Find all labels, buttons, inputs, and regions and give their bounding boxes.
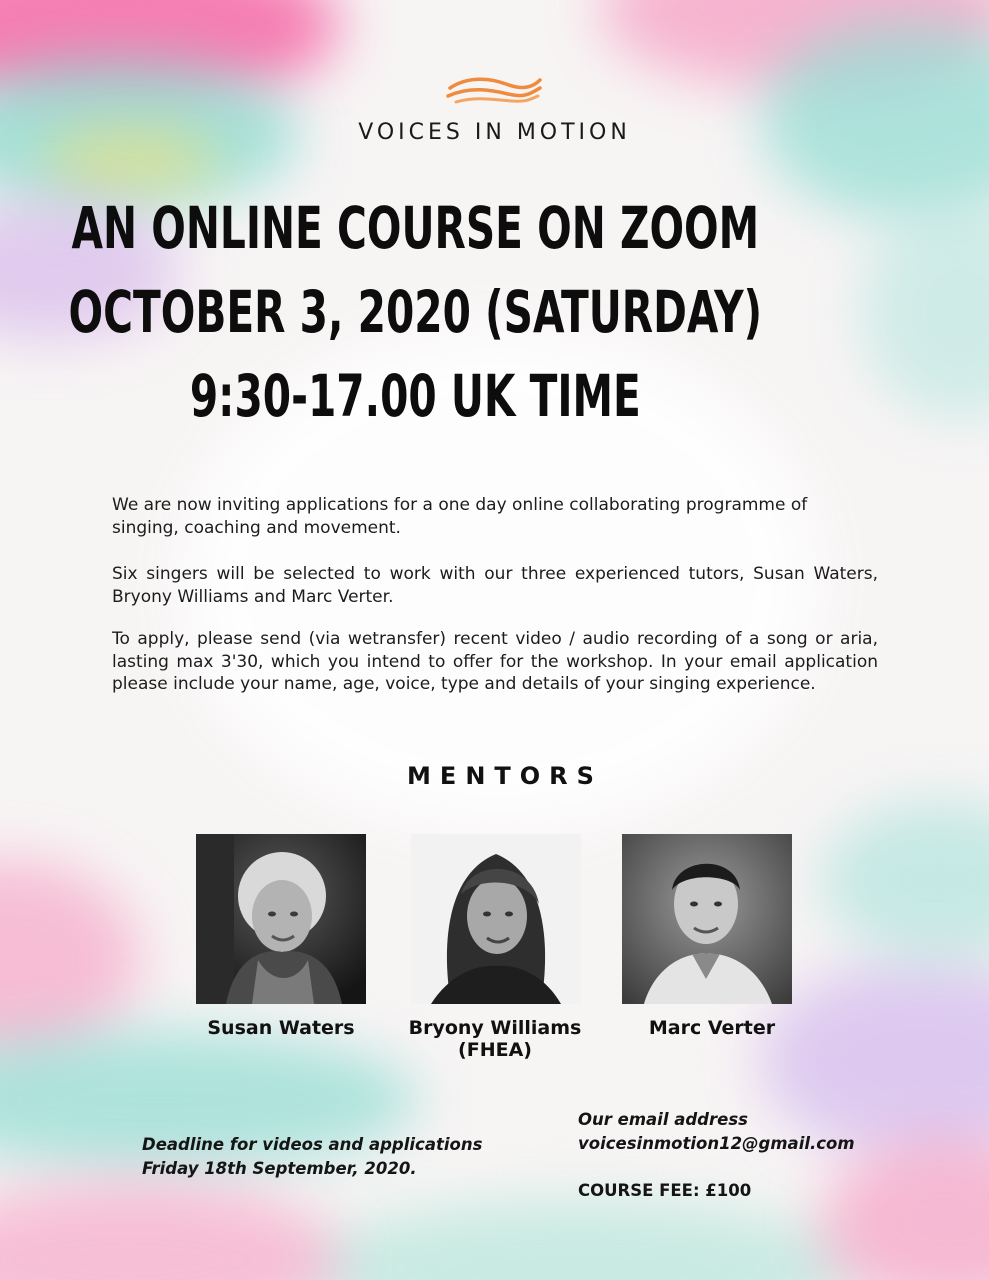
application-paragraph: To apply, please send (via wetransfer) r… — [112, 629, 878, 694]
mentors-heading: MENTORS — [407, 762, 603, 790]
mentor-photo-susan — [196, 834, 366, 1004]
headline-date: OCTOBER 3, 2020 (SATURDAY) — [68, 278, 763, 346]
waves-logo-icon — [446, 77, 542, 104]
mentor-photo-bryony — [411, 834, 581, 1004]
deadline-line1: Deadline for videos and applications — [142, 1135, 483, 1154]
mentor-photo-marc — [622, 834, 792, 1004]
mentor-name-bryony-line1: Bryony Williams — [408, 1017, 582, 1039]
email-address-link[interactable]: voicesinmotion12@gmail.com — [578, 1132, 855, 1156]
headline-course: AN ONLINE COURSE ON ZOOM — [71, 194, 760, 262]
deadline-note: Deadline for videos and applications Fri… — [142, 1133, 482, 1181]
mentor-name-susan: Susan Waters — [207, 1017, 355, 1039]
mentor-name-bryony: Bryony Williams (FHEA) — [386, 1017, 604, 1061]
headline-time: 9:30-17.00 UK TIME — [189, 362, 641, 430]
intro-paragraph: We are now inviting applications for a o… — [112, 495, 808, 538]
selection-paragraph: Six singers will be selected to work wit… — [112, 564, 878, 607]
deadline-line2: Friday 18th September, 2020. — [142, 1159, 417, 1178]
email-block: Our email address voicesinmotion12@gmail… — [578, 1108, 855, 1156]
brand-name: VOICES IN MOTION — [358, 120, 631, 145]
mentor-name-marc: Marc Verter — [648, 1017, 776, 1039]
mentor-name-bryony-line2: (FHEA) — [458, 1039, 532, 1061]
email-label: Our email address — [578, 1110, 748, 1129]
course-fee: COURSE FEE: £100 — [578, 1181, 752, 1200]
